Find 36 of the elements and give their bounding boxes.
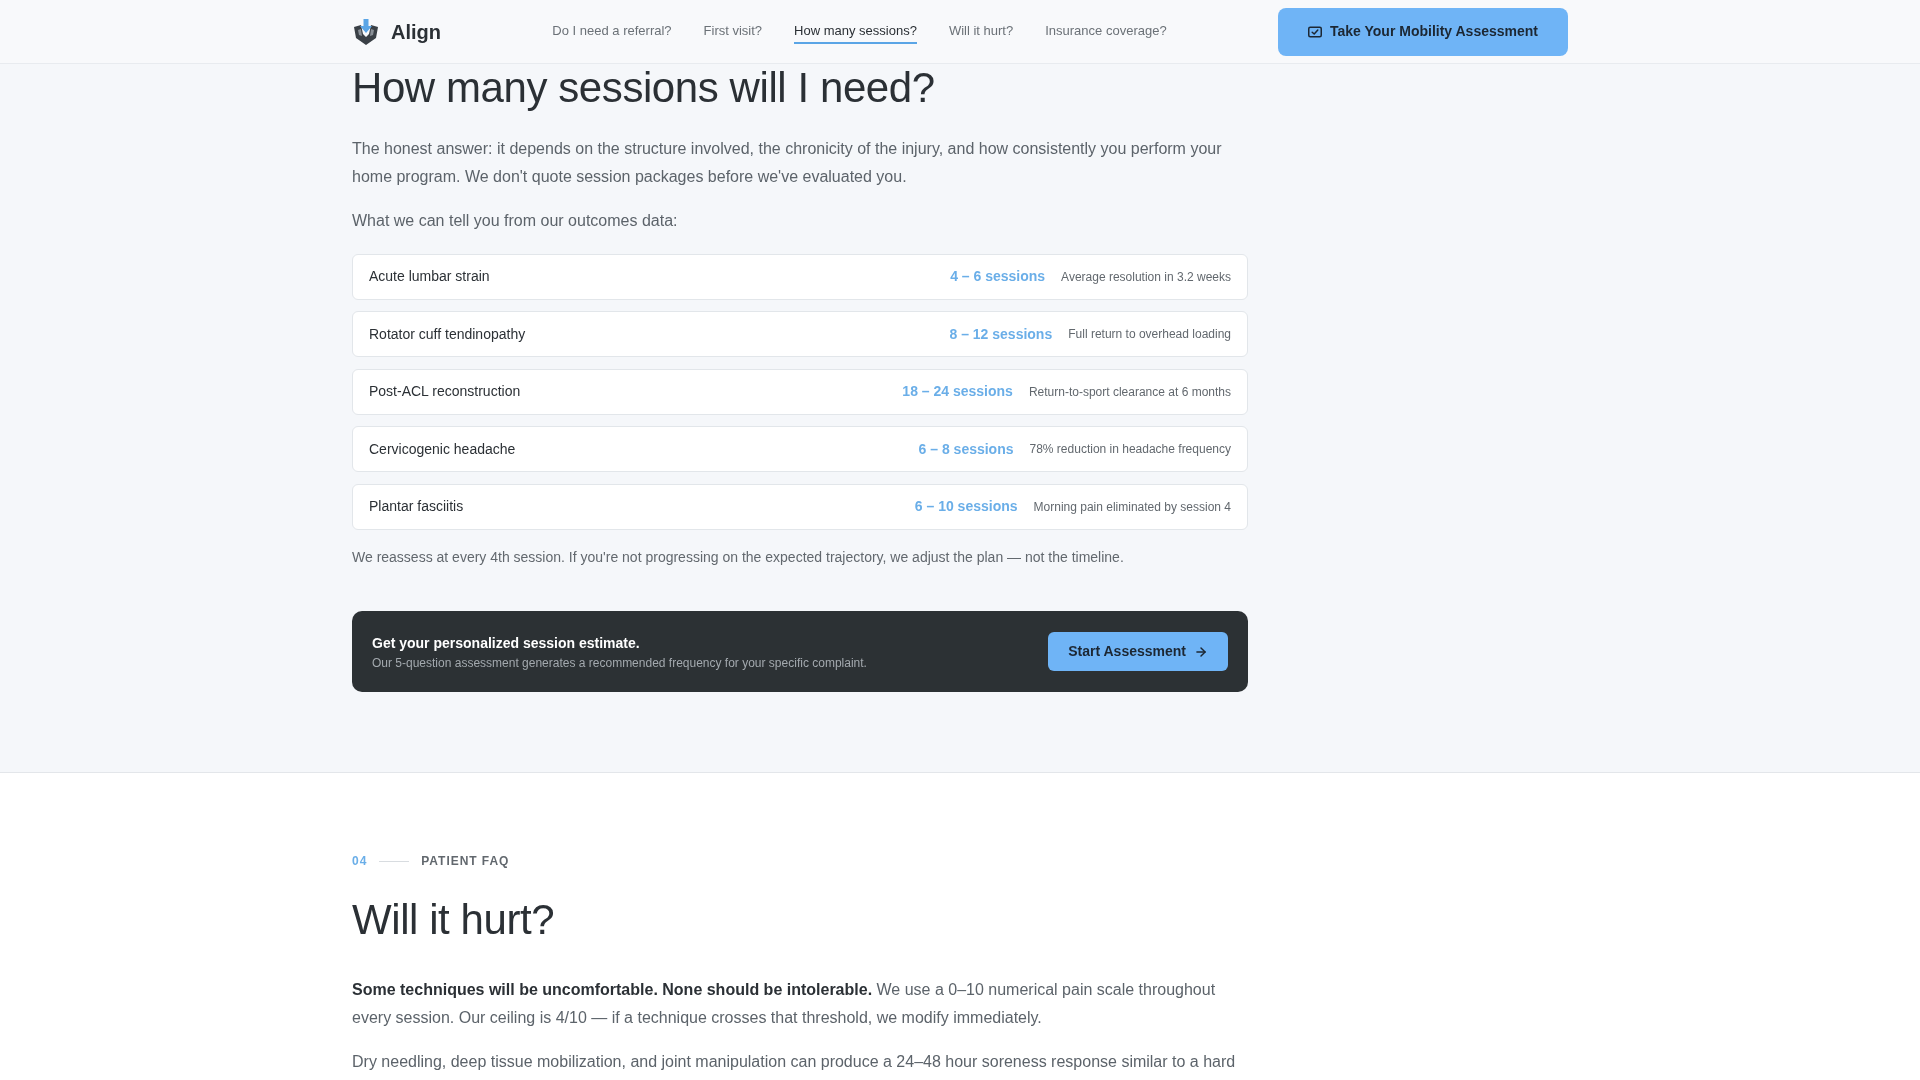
section-heading: Will it hurt? xyxy=(352,896,556,944)
session-range: 6 – 8 sessions xyxy=(918,439,1014,459)
body-paragraph: Dry needling, deep tissue mobilization, and joint manipulation can produce a 24–48 hour soreness response similar to a hard xyxy=(352,1052,1237,1072)
nav-link[interactable]: How many sessions? xyxy=(794,22,917,44)
banner-title: Get your personalized session estimate. xyxy=(372,633,641,653)
banner-subtitle: Our 5-question assessment generates a recommended frequency for your specific complaint. xyxy=(372,654,867,671)
logo-icon xyxy=(352,17,380,46)
outcome-note: Full return to overhead loading xyxy=(1068,326,1231,343)
session-range: 18 – 24 sessions xyxy=(902,382,1013,401)
condition-label: Acute lumbar strain xyxy=(369,267,490,286)
session-range: 4 – 6 sessions xyxy=(950,267,1046,286)
outcome-note: Return-to-sport clearance at 6 months xyxy=(1028,383,1231,401)
condition-label: Plantar fasciitis xyxy=(369,497,464,516)
nav-link[interactable]: Insurance coverage? xyxy=(1045,22,1167,44)
section-number: 04 xyxy=(352,853,368,870)
start-assessment-button[interactable]: Start Assessment xyxy=(1048,632,1228,671)
outcome-note: 78% reduction in headache frequency xyxy=(1029,441,1231,458)
nav-link[interactable]: First visit? xyxy=(703,22,763,44)
nav-link[interactable]: Will it hurt? xyxy=(948,22,1014,44)
section-eyebrow: PATIENT FAQ xyxy=(421,853,510,870)
check-rectangle-icon xyxy=(1308,25,1322,38)
body-paragraph: What we can tell you from our outcomes data: xyxy=(352,211,679,231)
outcome-note: Average resolution in 3.2 weeks xyxy=(1061,268,1231,286)
assessment-button[interactable]: Take Your Mobility Assessment xyxy=(1278,7,1568,56)
body-paragraph: Some techniques will be uncomfortable. None should be intolerable. We use a 0–10 numerical pain scale throughout every session. Our ceiling is 4/10 — if a technique crosses that threshold, we modify immediately. xyxy=(352,980,1217,1028)
condition-label: Cervicogenic headache xyxy=(369,439,516,459)
brand-name: Align xyxy=(391,19,441,45)
section-heading: How many sessions will I need? xyxy=(352,64,936,111)
condition-label: Rotator cuff tendinopathy xyxy=(369,324,526,344)
note-text: We reassess at every 4th session. If you're not progressing on the expected trajectory, we adjust the plan — not the timeline. xyxy=(352,548,1125,567)
body-paragraph: The honest answer: it depends on the structure involved, the chronicity of the injury, and how consistently you perform your home program. We don't quote session packages before we've evaluated you. xyxy=(352,139,1223,187)
nav-link[interactable]: Do I need a referral? xyxy=(552,22,672,44)
outcome-note: Morning pain eliminated by session 4 xyxy=(1033,498,1231,516)
session-range: 6 – 10 sessions xyxy=(914,497,1018,516)
condition-label: Post-ACL reconstruction xyxy=(369,382,521,401)
session-range: 8 – 12 sessions xyxy=(949,324,1053,344)
